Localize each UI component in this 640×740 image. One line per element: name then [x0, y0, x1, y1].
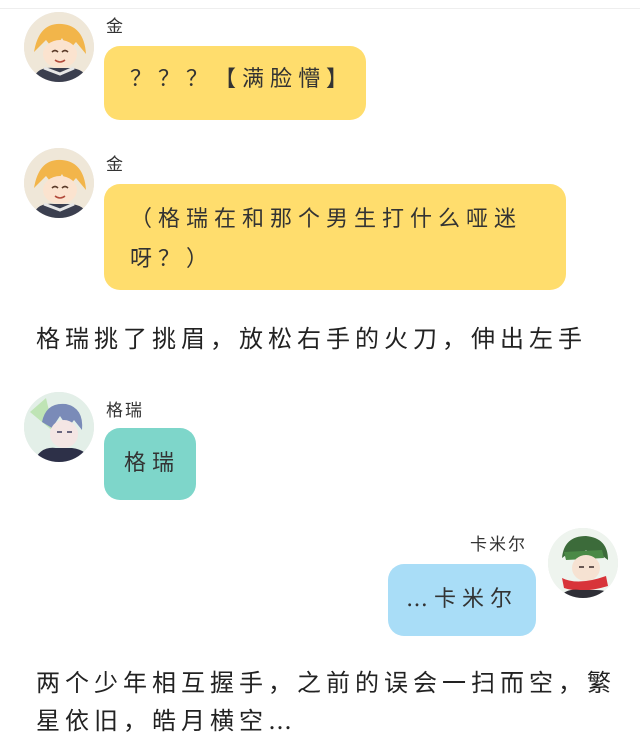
message-bubble[interactable]: 格瑞: [104, 428, 196, 500]
speaker-name: 金: [106, 155, 125, 175]
jin-avatar[interactable]: [24, 12, 94, 82]
jin-avatar-image: [24, 12, 94, 82]
narration-text: 格瑞挑了挑眉，放松右手的火刀，伸出左手: [36, 325, 587, 353]
grey-avatar[interactable]: [24, 392, 94, 462]
grey-avatar-image: [24, 392, 94, 462]
speaker-name: 格瑞: [106, 401, 144, 421]
kamir-avatar-image: [548, 528, 618, 598]
narration-text: 两个少年相互握手，之前的误会一扫而空，繁星依旧，皓月横空…: [36, 669, 616, 735]
jin-avatar-image: [24, 148, 94, 218]
message-bubble[interactable]: …卡米尔: [388, 564, 536, 636]
speaker-name: 卡米尔: [470, 535, 527, 555]
message-bubble[interactable]: ？？？【满脸懵】: [104, 46, 366, 120]
kamir-avatar[interactable]: [548, 528, 618, 598]
message-bubble[interactable]: （格瑞在和那个男生打什么哑迷呀？）: [104, 184, 566, 290]
top-divider: [0, 8, 640, 9]
speaker-name: 金: [106, 17, 125, 37]
jin-avatar[interactable]: [24, 148, 94, 218]
